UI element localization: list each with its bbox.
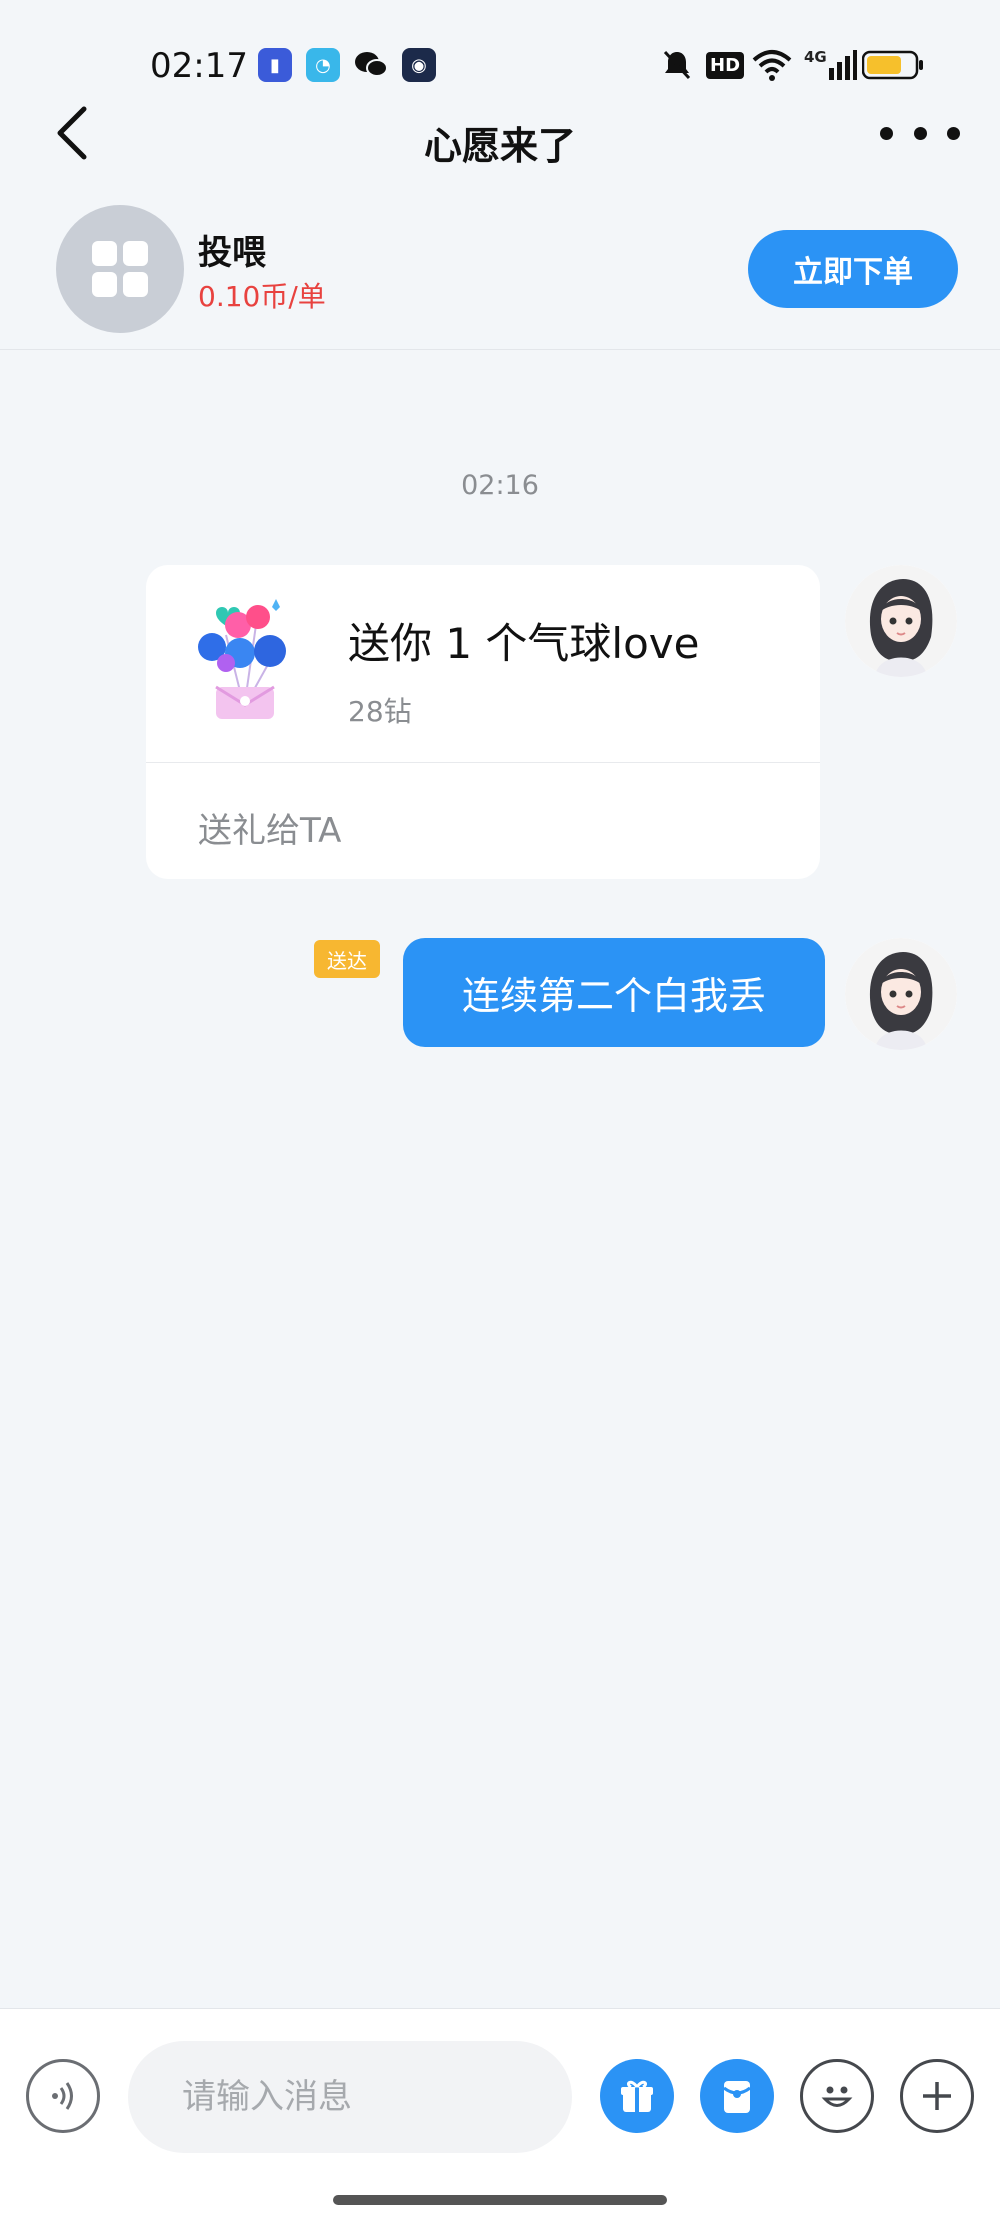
mute-icon (660, 48, 694, 82)
nav-bar: 心愿来了 (0, 95, 1000, 185)
chat-timestamp: 02:16 (461, 470, 539, 501)
gift-title: 送你 1 个气球love (348, 619, 700, 668)
gift-card[interactable]: 送你 1 个气球love 28钻 送礼给TA (146, 565, 820, 879)
plus-icon (923, 2082, 951, 2110)
add-more-button[interactable] (900, 2059, 974, 2133)
message-bubble[interactable]: 连续第二个白我丢 (403, 938, 825, 1047)
dot-icon (880, 126, 893, 140)
network-label: 4G (804, 48, 827, 66)
page-title: 心愿来了 (423, 124, 576, 168)
message-input[interactable] (128, 2041, 572, 2153)
status-time: 02:17 (150, 46, 248, 86)
battery-icon (862, 48, 924, 82)
cellular-signal-icon: 4G (804, 48, 857, 82)
emoji-button[interactable] (800, 2059, 874, 2133)
voice-button[interactable] (26, 2059, 100, 2133)
send-gift-link[interactable]: 送礼给TA (198, 803, 341, 852)
gift-button[interactable] (600, 2059, 674, 2133)
wifi-icon (752, 48, 792, 82)
gift-price: 28钻 (348, 695, 412, 728)
voice-icon (52, 2082, 73, 2110)
user-avatar-icon (845, 938, 957, 1050)
service-header: 投喂 0.10币/单 立即下单 (0, 195, 1000, 350)
service-price: 0.10币/单 (198, 280, 326, 313)
user-avatar-icon (845, 565, 957, 677)
app-notification-icon: ▮ (258, 48, 292, 82)
divider (146, 762, 820, 763)
emoji-icon (821, 2086, 853, 2107)
gift-icon (621, 2080, 653, 2112)
app-notification-icon: ◔ (306, 48, 340, 82)
avatar[interactable] (845, 565, 957, 677)
home-indicator[interactable] (333, 2195, 667, 2205)
apps-grid-icon (92, 241, 148, 297)
service-name: 投喂 (198, 233, 266, 273)
delivered-badge: 送达 (314, 940, 380, 978)
app-notification-icon: ◉ (402, 48, 436, 82)
dot-icon (913, 126, 927, 140)
avatar[interactable] (845, 938, 957, 1050)
status-bar: 02:17 ▮ ◔ ◉ HD 4G (0, 0, 1000, 100)
red-packet-button[interactable] (700, 2059, 774, 2133)
hd-label: HD (706, 51, 745, 79)
order-now-button[interactable]: 立即下单 (748, 230, 958, 308)
balloon-gift-icon (186, 595, 304, 725)
service-avatar[interactable] (56, 205, 184, 333)
input-bar (0, 2008, 1000, 2222)
dot-icon (947, 126, 960, 140)
more-options-button[interactable] (880, 113, 960, 153)
hd-icon: HD (706, 48, 745, 82)
red-packet-icon (723, 2081, 751, 2113)
wechat-icon (354, 48, 388, 82)
